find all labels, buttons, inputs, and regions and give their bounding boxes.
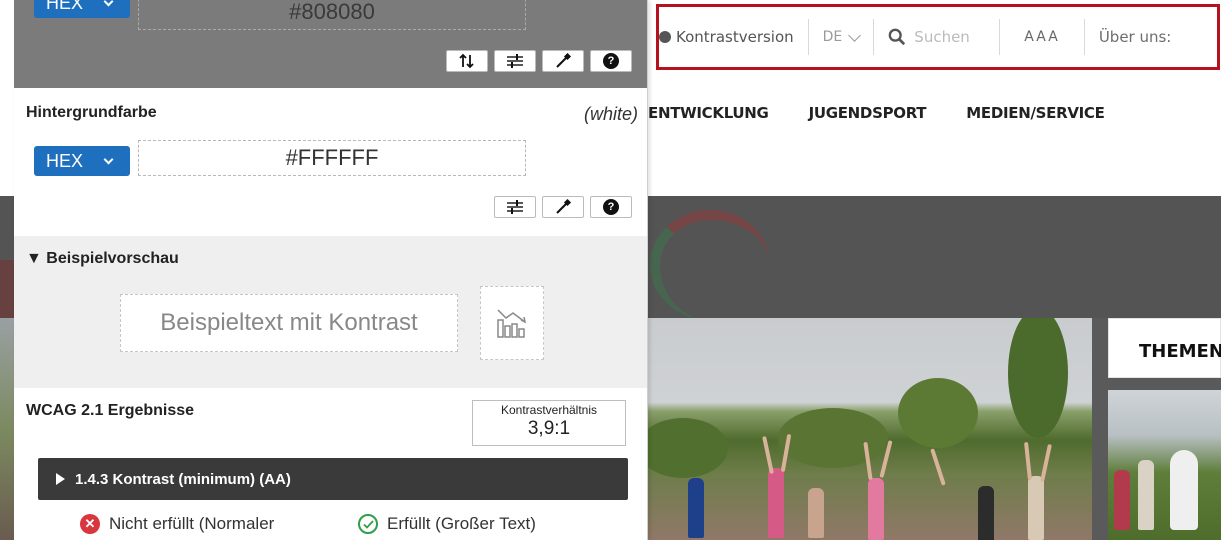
help-icon: ? [603,199,619,215]
contrast-ratio-value: 3,9:1 [527,418,571,439]
hero-photo [648,318,1092,540]
nav-item-medien-service[interactable]: MEDIEN/SERVICE [966,104,1105,122]
preview-section: ▼ Beispielvorschau Beispieltext mit Kont… [14,236,647,388]
criterion-toggle[interactable]: 1.4.3 Kontrast (minimum) (AA) [38,458,628,500]
search-placeholder: Suchen [914,28,970,46]
themes-heading-label: THEMEN [1139,341,1221,362]
sidebar-photo[interactable] [1108,390,1221,540]
foreground-help-button[interactable]: ? [590,50,632,72]
fail-icon: ✕ [80,514,100,534]
eyedropper-icon [556,199,572,214]
chevron-down-icon [103,0,114,6]
background-hex-value: #FFFFFF [285,145,379,170]
background-picker-button[interactable] [542,196,584,218]
preview-title: Beispielvorschau [46,250,179,267]
result-large-text: Erfüllt (Großer Text) [358,514,536,534]
foreground-format-label: HEX [46,0,84,13]
result-normal-label: Nicht erfüllt (Normaler [109,514,275,533]
foreground-hex-input[interactable]: #808080 [138,0,526,30]
swap-icon [459,53,474,69]
about-label: Über uns: [1098,28,1172,46]
bar-chart-icon [497,309,527,338]
foreground-adjust-button[interactable] [494,50,536,72]
eyedropper-icon [556,53,572,68]
photo-edge [0,318,14,540]
contrast-version-label: Kontrastversion [676,28,794,46]
foreground-picker-button[interactable] [542,50,584,72]
contrast-ratio-box: Kontrastverhältnis 3,9:1 [472,400,626,446]
font-size-label: AAA [1024,29,1060,45]
background-color-section: Hintergrundfarbe (white) HEX #FFFFFF ? [14,88,647,236]
language-label: DE [822,29,843,45]
preview-toggle[interactable]: ▼ Beispielvorschau [26,250,179,268]
chart-view-button[interactable] [480,286,544,360]
nav-item-entwicklung[interactable]: ENTWICKLUNG [648,104,769,122]
background-color-name: (white) [583,104,638,124]
search-input[interactable]: Suchen [874,19,1001,55]
wcag-results-section: WCAG 2.1 Ergebnisse Kontrastverhältnis 3… [14,388,647,540]
contrast-icon [659,31,671,43]
help-icon: ? [603,53,619,69]
main-navigation: ENTWICKLUNG JUGENDSPORT MEDIEN/SERVICE [648,104,1105,122]
search-icon [888,28,906,46]
background-section-title: Hintergrundfarbe [26,104,157,121]
preview-sample: Beispieltext mit Kontrast [120,294,458,352]
font-size-button[interactable]: AAA [1000,19,1085,55]
foreground-hex-value: #808080 [289,0,375,24]
swap-colors-button[interactable] [446,50,488,72]
result-normal-text: ✕ Nicht erfüllt (Normaler [80,514,274,534]
chevron-down-icon [103,154,114,164]
contrast-checker-panel: HEX #808080 ? Hintergrundfarbe (white) H… [14,0,648,540]
background-hex-input[interactable]: #FFFFFF [138,140,526,176]
background-help-button[interactable]: ? [590,196,632,218]
chevron-down-icon [848,28,862,42]
background-adjust-button[interactable] [494,196,536,218]
sliders-icon [507,200,523,214]
foreground-color-section: HEX #808080 ? [14,0,647,88]
contrast-ratio-label: Kontrastverhältnis [500,403,598,417]
foreground-format-select[interactable]: HEX [34,0,130,18]
preview-sample-text: Beispieltext mit Kontrast [160,309,418,336]
nav-item-jugendsport[interactable]: JUGENDSPORT [809,104,927,122]
criterion-label: 1.4.3 Kontrast (minimum) (AA) [75,470,291,488]
expand-triangle-icon [56,473,65,485]
wcag-title: WCAG 2.1 Ergebnisse [26,402,195,419]
about-menu[interactable]: Über uns: [1085,19,1186,55]
language-select[interactable]: DE [809,19,875,55]
contrast-version-toggle[interactable]: Kontrastversion [659,19,809,55]
check-icon [358,514,378,534]
result-large-label: Erfüllt (Großer Text) [387,514,536,533]
collapse-triangle-icon: ▼ [26,250,42,267]
accessibility-topbar: Kontrastversion DE Suchen AAA Über uns: [656,4,1220,70]
background-format-label: HEX [46,150,84,171]
background-format-select[interactable]: HEX [34,146,130,176]
logo-arc-graphic [650,210,770,320]
sliders-icon [507,54,523,68]
themes-heading[interactable]: THEMEN [1108,318,1221,378]
